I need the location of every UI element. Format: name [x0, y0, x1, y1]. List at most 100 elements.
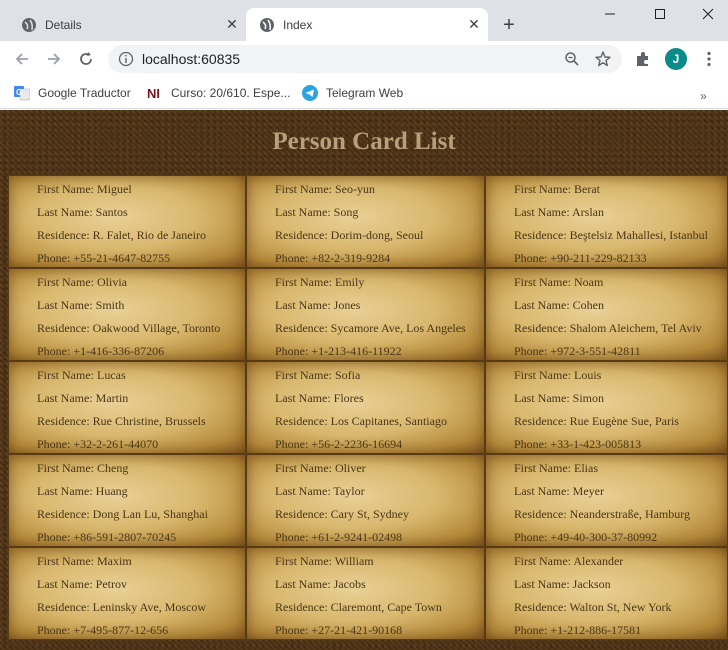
person-card: First Name: Oliver Last Name: Taylor Resid…	[246, 454, 485, 547]
bookmark-label: Curso: 20/610. Espe...	[171, 86, 291, 100]
person-card: First Name: Elias Last Name: Meyer Residen…	[485, 454, 728, 547]
last-name-line: Last Name: Simon	[514, 391, 604, 405]
close-tab-icon[interactable]: ✕	[224, 16, 240, 33]
residence-line: Residence: R. Falet, Rio de Janeiro	[37, 228, 206, 242]
bookmark-label: Google Traductor	[38, 86, 131, 100]
person-card: First Name: Maxim Last Name: Petrov Reside…	[8, 547, 246, 640]
person-card: First Name: Miguel Last Name: Santos Resid…	[8, 175, 246, 268]
reload-button[interactable]	[72, 45, 100, 73]
last-name-line: Last Name: Arslan	[514, 205, 604, 219]
minimize-button[interactable]	[586, 0, 634, 28]
first-name-line: First Name: Emily	[275, 275, 365, 289]
forward-button[interactable]	[40, 45, 68, 73]
last-name-line: Last Name: Song	[275, 205, 359, 219]
residence-line: Residence: Dong Lan Lu, Shanghai	[37, 507, 208, 521]
info-icon[interactable]	[118, 51, 134, 67]
person-card: First Name: Emily Last Name: Jones Residen…	[246, 268, 485, 361]
residence-line: Residence: Rue Christine, Brussels	[37, 414, 206, 428]
first-name-line: First Name: Maxim	[37, 554, 132, 568]
first-name-line: First Name: Elias	[514, 461, 598, 475]
svg-text:NI: NI	[147, 86, 160, 101]
bookmarks-overflow-icon[interactable]: »	[700, 89, 707, 103]
residence-line: Residence: Leninsky Ave, Moscow	[37, 600, 207, 614]
last-name-line: Last Name: Martin	[37, 391, 129, 405]
first-name-line: First Name: Noam	[514, 275, 604, 289]
kebab-menu-icon[interactable]	[700, 50, 718, 68]
extensions-icon[interactable]	[634, 50, 652, 68]
person-card: First Name: Noam Last Name: Cohen Residenc…	[485, 268, 728, 361]
first-name-line: First Name: Lucas	[37, 368, 126, 382]
minimize-icon	[605, 13, 615, 15]
last-name-line: Last Name: Smith	[37, 298, 125, 312]
bookmark-google-traductor[interactable]: G Google Traductor	[14, 83, 131, 103]
tab-title: Details	[45, 17, 82, 32]
residence-line: Residence: Rue Eugène Sue, Paris	[514, 414, 679, 428]
phone-line: Phone: +33-1-423-005813	[514, 437, 642, 451]
close-tab-icon[interactable]: ✕	[466, 16, 482, 33]
new-tab-button[interactable]: +	[498, 14, 520, 36]
phone-line: Phone: +972-3-551-42811	[514, 344, 641, 358]
address-bar[interactable]: localhost:60835	[108, 45, 622, 73]
residence-line: Residence: Cary St, Sydney	[275, 507, 409, 521]
person-card: First Name: Alexander Last Name: Jackson R…	[485, 547, 728, 640]
person-card: First Name: Berat Last Name: Arslan Reside…	[485, 175, 728, 268]
phone-line: Phone: +61-2-9241-02498	[275, 530, 403, 544]
phone-line: Phone: +27-21-421-90168	[275, 623, 403, 637]
first-name-line: First Name: Berat	[514, 182, 600, 196]
back-button[interactable]	[8, 45, 36, 73]
last-name-line: Last Name: Flores	[275, 391, 364, 405]
browser-toolbar: localhost:60835 J	[0, 41, 728, 77]
phone-line: Phone: +1-416-336-87206	[37, 344, 165, 358]
phone-line: Phone: +32-2-261-44070	[37, 437, 159, 451]
arrow-left-icon	[15, 53, 28, 65]
first-name-line: First Name: Oliver	[275, 461, 366, 475]
bookmark-curso[interactable]: NI Curso: 20/610. Espe...	[147, 83, 290, 103]
last-name-line: Last Name: Jones	[275, 298, 361, 312]
first-name-line: First Name: Alexander	[514, 554, 624, 568]
svg-text:G: G	[16, 88, 22, 97]
url-text: localhost:60835	[142, 51, 241, 67]
person-card: First Name: Seo-yun Last Name: Song Reside…	[246, 175, 485, 268]
phone-line: Phone: +55-21-4647-82755	[37, 251, 171, 265]
close-icon	[702, 8, 714, 20]
arrow-right-icon	[48, 53, 61, 65]
phone-line: Phone: +1-213-416-11922	[275, 344, 402, 358]
first-name-line: First Name: Cheng	[37, 461, 129, 475]
residence-line: Residence: Sycamore Ave, Los Angeles	[275, 321, 466, 335]
person-card: First Name: Louis Last Name: Simon Residen…	[485, 361, 728, 454]
zoom-icon[interactable]	[564, 51, 580, 67]
residence-line: Residence: Shalom Aleichem, Tel Aviv	[514, 321, 702, 335]
close-window-button[interactable]	[684, 0, 728, 28]
first-name-line: First Name: William	[275, 554, 374, 568]
last-name-line: Last Name: Cohen	[514, 298, 604, 312]
last-name-line: Last Name: Santos	[37, 205, 128, 219]
avatar[interactable]: J	[665, 48, 687, 70]
last-name-line: Last Name: Jackson	[514, 577, 611, 591]
globe-icon	[22, 17, 36, 32]
phone-line: Phone: +49-40-300-37-80992	[514, 530, 658, 544]
person-card: First Name: Olivia Last Name: Smith Reside…	[8, 268, 246, 361]
maximize-button[interactable]	[636, 0, 684, 28]
tab-details[interactable]: Details ✕	[8, 8, 246, 41]
page-title: Person Card List	[272, 128, 456, 155]
telegram-icon	[302, 85, 318, 101]
first-name-line: First Name: Olivia	[37, 275, 127, 289]
first-name-line: First Name: Louis	[514, 368, 602, 382]
last-name-line: Last Name: Taylor	[275, 484, 365, 498]
person-card: First Name: William Last Name: Jacobs Resi…	[246, 547, 485, 640]
page-content: Person Card List First Name: Miguel Last …	[0, 110, 728, 650]
person-card-grid: First Name: Miguel Last Name: Santos Resid…	[8, 175, 728, 640]
person-card: First Name: Cheng Last Name: Huang Residen…	[8, 454, 246, 547]
globe-icon	[260, 17, 274, 32]
last-name-line: Last Name: Meyer	[514, 484, 604, 498]
maximize-icon	[655, 9, 665, 19]
residence-line: Residence: Beştelsiz Mahallesi, Istanbul	[514, 228, 708, 242]
bookmark-telegram[interactable]: Telegram Web	[302, 83, 403, 103]
phone-line: Phone: +1-212-886-17581	[514, 623, 642, 637]
bookmarks-bar: G Google Traductor NI Curso: 20/610. Esp…	[0, 77, 728, 109]
star-icon[interactable]	[594, 50, 612, 68]
tab-strip: Details ✕ Index ✕ +	[0, 0, 728, 41]
tab-index[interactable]: Index ✕	[246, 8, 488, 41]
residence-line: Residence: Los Capitanes, Santiago	[275, 414, 447, 428]
first-name-line: First Name: Sofia	[275, 368, 361, 382]
